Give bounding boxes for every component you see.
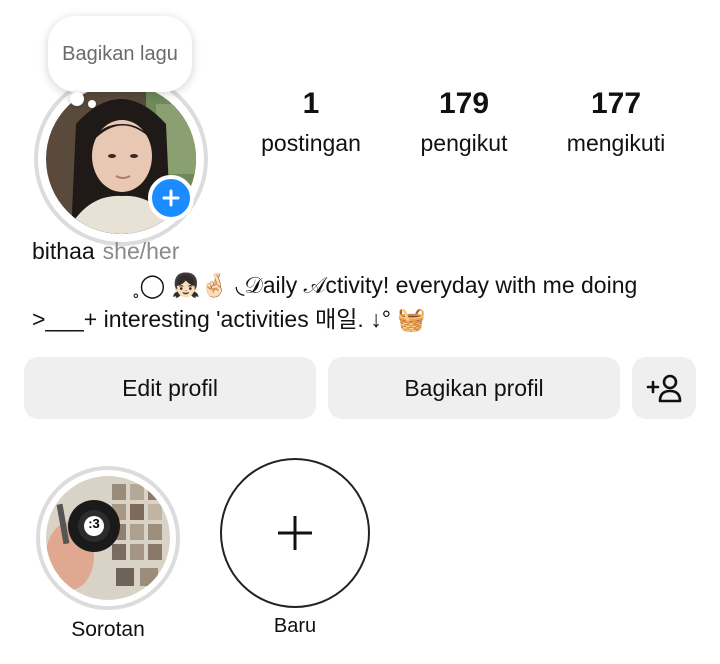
highlight-label: Sorotan bbox=[71, 618, 145, 641]
new-highlight-label: Baru bbox=[273, 615, 317, 637]
add-person-icon bbox=[646, 374, 682, 403]
following-label: mengikuti bbox=[566, 130, 666, 156]
add-story-button[interactable] bbox=[148, 175, 194, 221]
posts-count: 1 bbox=[302, 87, 320, 120]
edit-profile-button[interactable]: Edit profil bbox=[24, 357, 316, 419]
share-song-bubble[interactable]: Bagikan lagu bbox=[48, 16, 192, 92]
new-highlight-button[interactable] bbox=[220, 458, 370, 608]
posts-label: postingan bbox=[261, 130, 361, 156]
profile-name-line: bithaa she/her bbox=[32, 236, 179, 266]
followers-count: 179 bbox=[438, 87, 490, 120]
bubble-tail-dot bbox=[70, 92, 84, 106]
pronouns: she/her bbox=[102, 238, 180, 264]
highlight-cover-image bbox=[46, 476, 170, 600]
share-profile-label: Bagikan profil bbox=[404, 374, 544, 401]
stat-followers[interactable]: 179 pengikut bbox=[384, 84, 544, 160]
username: bithaa bbox=[32, 238, 95, 264]
bio-line-2: >___+ interesting 'activities 매일. ↓° 🧺 bbox=[32, 306, 426, 332]
plus-icon bbox=[278, 516, 312, 550]
highlight-badge-text: :3 bbox=[88, 516, 100, 531]
followers-label: pengikut bbox=[420, 130, 508, 156]
bubble-tail-dot-small bbox=[88, 100, 96, 108]
discover-people-button[interactable] bbox=[632, 357, 696, 419]
stat-following[interactable]: 177 mengikuti bbox=[536, 84, 696, 160]
stat-posts[interactable]: 1 postingan bbox=[231, 84, 391, 160]
following-count: 177 bbox=[590, 87, 642, 120]
plus-icon bbox=[162, 189, 180, 207]
bubble-text: Bagikan lagu bbox=[62, 42, 178, 65]
share-profile-button[interactable]: Bagikan profil bbox=[328, 357, 620, 419]
bio: ˳◯ 👧🏻🤞🏻 ◟𝒟aily 𝒜ctivity! everyday with m… bbox=[32, 268, 692, 336]
bio-line-1: ˳◯ 👧🏻🤞🏻 ◟𝒟aily 𝒜ctivity! everyday with m… bbox=[132, 272, 638, 298]
highlight-cover[interactable]: :3 bbox=[46, 476, 170, 600]
edit-profile-label: Edit profil bbox=[122, 374, 218, 401]
